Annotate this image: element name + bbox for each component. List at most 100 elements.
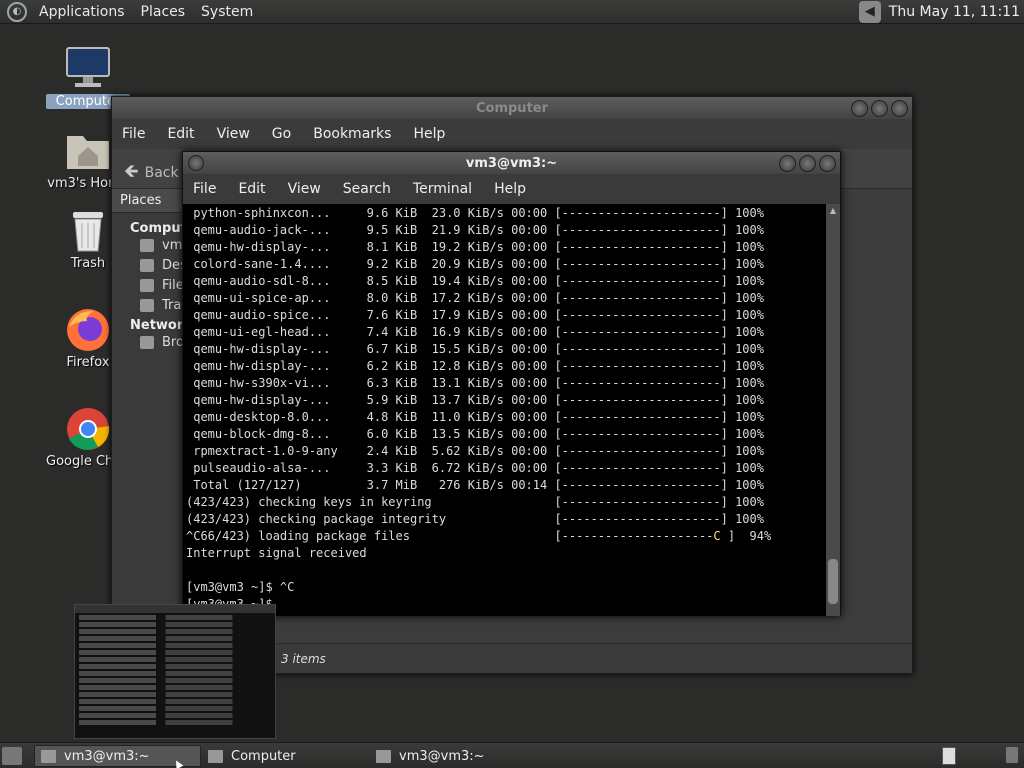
maximize-button[interactable] [871,100,888,117]
terminal-line: rpmextract-1.0-9-any 2.4 KiB 5.62 KiB/s … [186,444,764,458]
menu-go[interactable]: Go [272,126,291,142]
thumbnail-line [79,671,271,676]
sidebar-item-home[interactable]: vm3 [112,236,183,256]
maximize-button[interactable] [799,155,816,172]
terminal-line: qemu-block-dmg-8... 6.0 KiB 13.5 KiB/s 0… [186,427,764,441]
thumbnail-line [79,664,271,669]
close-button[interactable] [819,155,836,172]
thumbnail-line [79,657,271,662]
terminal-line: qemu-audio-sdl-8... 8.5 KiB 19.4 KiB/s 0… [186,274,764,288]
trash-icon [140,299,154,312]
menu-bookmarks[interactable]: Bookmarks [313,126,391,142]
home-folder-icon [65,128,111,174]
scroll-up-icon[interactable]: ▲ [826,204,840,218]
chrome-icon [65,406,111,452]
thumbnail-line [79,622,271,627]
back-arrow-icon: 🡸 [124,161,139,182]
thumbnail-line [79,650,271,655]
window-title: Computer [475,100,549,116]
sidebar-item-desktop[interactable]: Desktop [112,256,183,276]
thumbnail-line [79,720,271,725]
thumbnail-line [79,706,271,711]
system-menu[interactable]: System [197,4,257,20]
terminal-line: (423/423) checking keys in keyring [----… [186,495,764,509]
folder-icon [140,239,154,252]
terminal-line: qemu-desktop-8.0... 4.8 KiB 11.0 KiB/s 0… [186,410,764,424]
minimize-button[interactable] [779,155,796,172]
task-computer[interactable]: Computer [202,745,368,767]
panel-clock[interactable]: Thu May 11, 11:11 [889,4,1020,20]
terminal-output[interactable]: python-sphinxcon... 9.6 KiB 23.0 KiB/s 0… [183,204,828,616]
menu-view[interactable]: View [288,181,321,197]
terminal-icon [41,749,56,763]
item-count: 3 items [281,652,326,666]
terminal-line: pulseaudio-alsa-... 3.3 KiB 6.72 KiB/s 0… [186,461,764,475]
terminal-line: ^C66/423) loading package files [-------… [186,529,772,543]
terminal-icon [376,749,391,763]
sidebar-item-browse-network[interactable]: Browse Network [112,333,183,353]
bottom-taskbar: vm3@vm3:~ Computer vm3@vm3:~ [0,742,1024,768]
menu-file[interactable]: File [122,126,145,142]
trash-applet-icon[interactable] [1006,747,1018,763]
show-desktop-icon[interactable] [2,747,22,765]
applications-menu[interactable]: Applications [35,4,129,20]
terminal-line: python-sphinxcon... 9.6 KiB 23.0 KiB/s 0… [186,206,764,220]
thumbnail-line [79,629,271,634]
desktop-folder-icon [140,259,154,272]
sidebar-header[interactable]: Places [112,189,183,213]
minimize-button[interactable] [851,100,868,117]
drive-icon [140,279,154,292]
places-menu[interactable]: Places [137,4,190,20]
close-button[interactable] [891,100,908,117]
menu-view[interactable]: View [217,126,250,142]
panel-tray: ◀ Thu May 11, 11:11 [858,0,1024,24]
menu-terminal[interactable]: Terminal [413,181,472,197]
menu-search[interactable]: Search [343,181,391,197]
thumbnail-line [79,699,271,704]
terminal-titlebar[interactable]: vm3@vm3:~ [183,152,840,174]
terminal-line: qemu-ui-spice-ap... 8.0 KiB 17.2 KiB/s 0… [186,291,764,305]
thumbnail-line [79,636,271,641]
thumbnail-line [79,643,271,648]
thumbnail-line [79,713,271,718]
menu-edit[interactable]: Edit [167,126,194,142]
terminal-line: (423/423) checking package integrity [--… [186,512,764,526]
menu-help[interactable]: Help [494,181,526,197]
task-terminal-2[interactable]: vm3@vm3:~ [370,745,536,767]
sidebar-item-trash[interactable]: Trash [112,296,183,316]
terminal-line: Total (127/127) 3.7 MiB 276 KiB/s 00:14 … [186,478,764,492]
terminal-line: qemu-audio-spice... 7.6 KiB 17.9 KiB/s 0… [186,308,764,322]
terminal-line: [vm3@vm3 ~]$ ^C [186,580,295,594]
window-thumbnail-preview [74,604,276,739]
terminal-line: [vm3@vm3 ~]$ [186,596,828,613]
thumbnail-line [79,678,271,683]
terminal-line: qemu-audio-jack-... 9.5 KiB 21.9 KiB/s 0… [186,223,764,237]
progress-cursor: C [713,529,721,543]
menu-help[interactable]: Help [413,126,445,142]
terminal-window[interactable]: vm3@vm3:~ File Edit View Search Terminal… [182,151,841,616]
scrollbar-thumb[interactable] [828,559,838,604]
places-sidebar: Places Computer vm3 Desktop File System … [112,189,184,643]
thumbnail-line [79,692,271,697]
workspace-switcher[interactable] [942,747,956,765]
terminal-line: qemu-hw-s390x-vi... 6.3 KiB 13.1 KiB/s 0… [186,376,764,390]
menu-file[interactable]: File [193,181,216,197]
sidebar-item-filesystem[interactable]: File System [112,276,183,296]
trash-icon [65,208,111,254]
menu-edit[interactable]: Edit [238,181,265,197]
file-manager-menubar: File Edit View Go Bookmarks Help [112,119,912,149]
back-button[interactable]: 🡸 Back [124,159,179,189]
file-manager-titlebar[interactable]: Computer [112,97,912,119]
terminal-line: qemu-hw-display-... 8.1 KiB 19.2 KiB/s 0… [186,240,764,254]
top-panel: ◐ Applications Places System ◀ Thu May 1… [0,0,1024,24]
terminal-scrollbar[interactable]: ▲ [826,204,840,616]
computer-icon [208,749,223,763]
window-menu-button[interactable] [188,155,204,171]
thumbnail-line [79,615,271,620]
terminal-line: colord-sane-1.4.... 9.2 KiB 20.9 KiB/s 0… [186,257,764,271]
distro-logo-icon[interactable]: ◐ [7,1,27,22]
network-icon [140,336,154,349]
terminal-line: qemu-hw-display-... 6.7 KiB 15.5 KiB/s 0… [186,342,764,356]
volume-icon[interactable]: ◀ [858,1,881,23]
